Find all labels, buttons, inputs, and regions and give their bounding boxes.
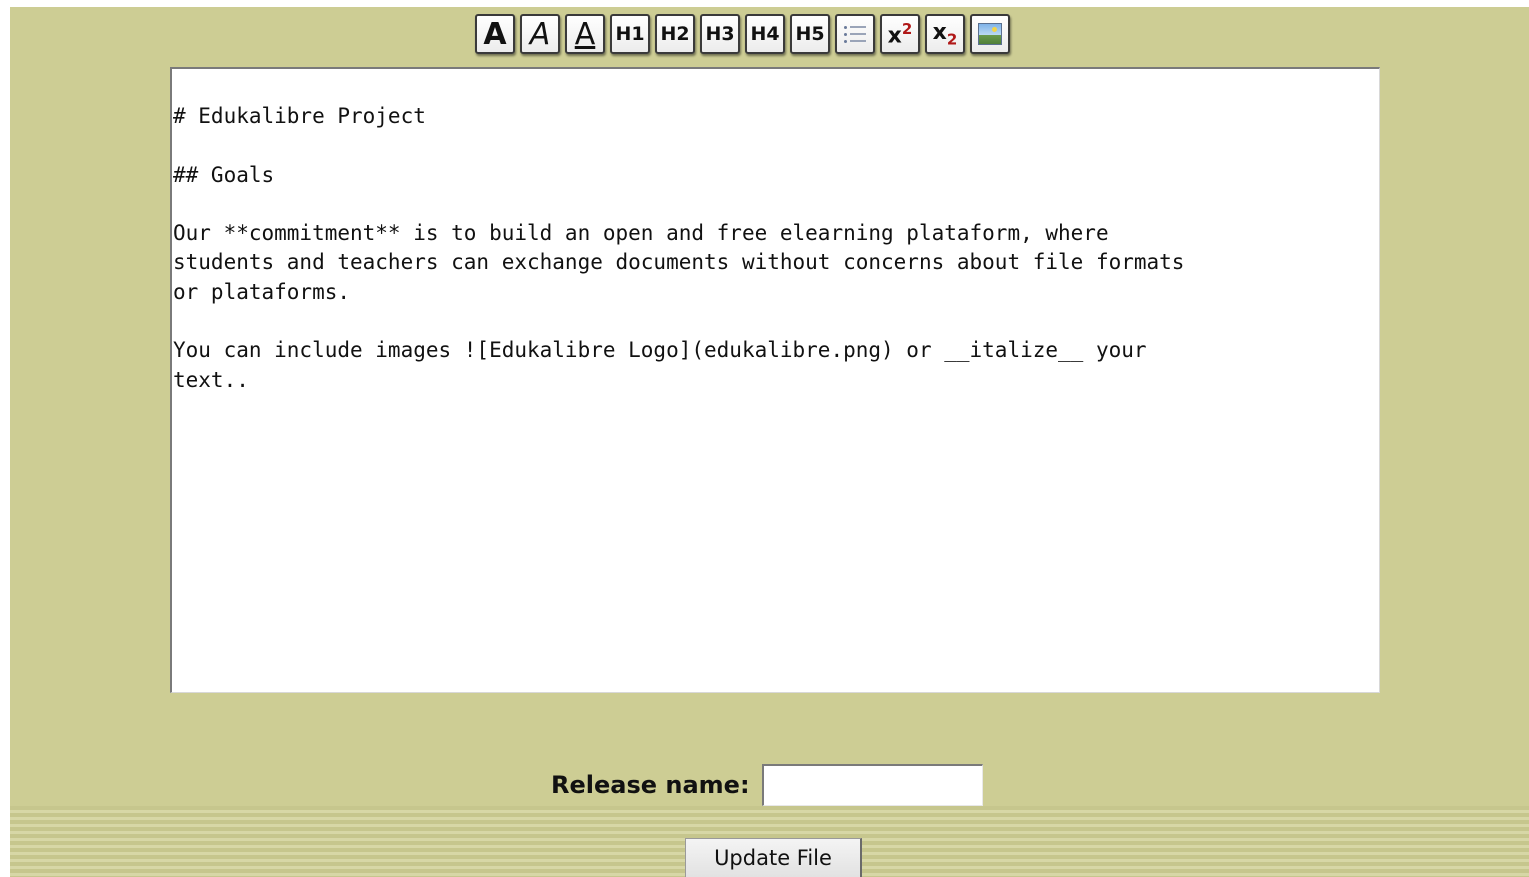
h4-button[interactable]: H4 <box>745 14 785 54</box>
image-icon <box>978 23 1002 45</box>
superscript-button[interactable]: x2 <box>880 14 920 54</box>
subscript-button[interactable]: x2 <box>925 14 965 54</box>
underline-icon: A <box>574 16 596 52</box>
editor-line <box>173 131 1379 160</box>
h4-label: H4 <box>750 23 780 45</box>
italic-button[interactable]: A <box>520 14 560 54</box>
editor-line: ## Goals <box>173 162 275 187</box>
update-file-button[interactable]: Update File <box>685 838 862 877</box>
markdown-editor-textarea[interactable]: # Edukalibre Project ## Goals Our **commit… <box>170 67 1380 693</box>
h1-label: H1 <box>615 23 645 45</box>
h2-label: H2 <box>660 23 690 45</box>
h1-button[interactable]: H1 <box>610 14 650 54</box>
h5-button[interactable]: H5 <box>790 14 830 54</box>
release-name-label: Release name: <box>551 771 750 799</box>
bulleted-list-icon <box>844 25 866 43</box>
editor-line: Our **commitment** is to build an open a… <box>173 221 1109 246</box>
underline-button[interactable]: A <box>565 14 605 54</box>
editor-line: You can include images ![Edukalibre Logo… <box>173 338 1147 363</box>
h3-button[interactable]: H3 <box>700 14 740 54</box>
editor-line: # Edukalibre Project <box>173 104 426 128</box>
bold-icon: A <box>483 16 507 52</box>
h3-label: H3 <box>705 23 735 45</box>
insert-image-button[interactable] <box>970 14 1010 54</box>
bold-button[interactable]: A <box>475 14 515 54</box>
h2-button[interactable]: H2 <box>655 14 695 54</box>
release-name-input[interactable] <box>761 764 983 806</box>
superscript-icon: x2 <box>887 19 913 49</box>
list-button[interactable] <box>835 14 875 54</box>
release-name-row: Release name: <box>551 764 983 806</box>
editor-line: students and teachers can exchange docum… <box>173 250 1185 275</box>
subscript-icon: x2 <box>932 19 958 49</box>
editor-line <box>173 307 1379 336</box>
italic-icon: A <box>529 16 551 52</box>
formatting-toolbar: A A A H1 H2 H3 H4 H5 x2 x2 <box>475 14 1010 58</box>
h5-label: H5 <box>795 23 825 45</box>
editor-line: text.. <box>173 367 249 392</box>
editor-line <box>173 190 1379 219</box>
editor-line: or plataforms. <box>173 279 351 304</box>
